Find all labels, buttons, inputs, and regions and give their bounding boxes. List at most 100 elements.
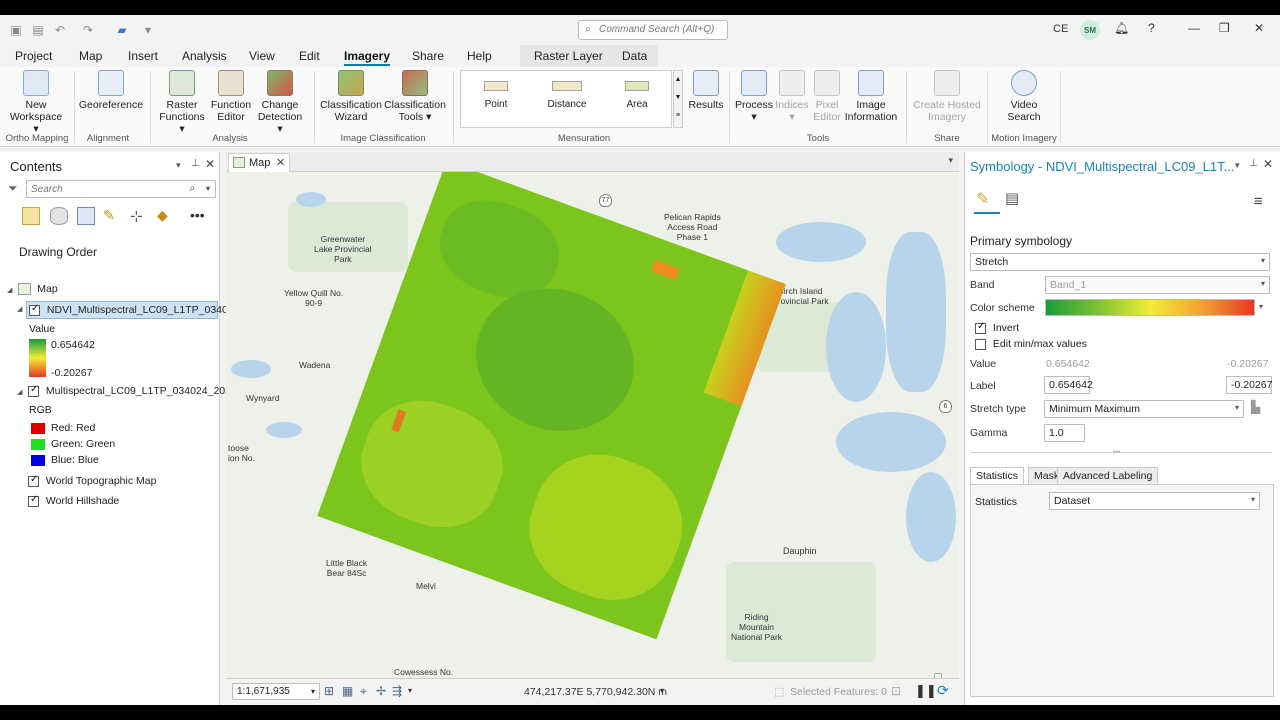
contents-search-input[interactable]: Search ⌕ ▾	[26, 180, 216, 198]
layer-row-world-topographic[interactable]: World Topographic Map	[28, 474, 156, 487]
save-icon[interactable]: ▤	[30, 22, 46, 38]
list-by-drawing-order-icon[interactable]	[22, 207, 40, 225]
chevron-down-icon[interactable]: ▾	[1259, 302, 1263, 311]
point-tool[interactable]: Point	[466, 77, 526, 110]
distance-tool[interactable]: Distance	[537, 77, 597, 110]
tab-statistics[interactable]: Statistics	[970, 467, 1025, 485]
collapse-icon[interactable]: ◢	[7, 287, 12, 294]
new-workspace-button[interactable]: New Workspace ▾	[6, 70, 66, 135]
pin-icon[interactable]: ⊥	[1249, 158, 1258, 169]
layer-visibility-checkbox[interactable]	[28, 494, 39, 507]
classification-wizard-button[interactable]: Classification Wizard	[320, 70, 382, 123]
tab-project[interactable]: Project	[15, 49, 52, 63]
command-search-input[interactable]: ⌕ Command Search (Alt+Q)	[578, 20, 728, 40]
layer-visibility-checkbox[interactable]	[28, 474, 39, 487]
invert-checkbox[interactable]	[975, 321, 986, 334]
process-button[interactable]: Process ▾	[734, 70, 774, 123]
pin-icon[interactable]: ⊥	[191, 158, 200, 169]
tab-imagery[interactable]: Imagery	[344, 49, 391, 66]
primary-symbology-icon[interactable]: ✎	[976, 189, 996, 209]
renderer-dropdown[interactable]: Stretch ▾	[970, 253, 1270, 271]
tab-data[interactable]: Data	[622, 49, 647, 63]
restore-icon[interactable]: ❐	[1219, 21, 1230, 35]
collapse-icon[interactable]: ◢	[17, 388, 22, 396]
refresh-selection-icon[interactable]: ⊡	[891, 684, 901, 698]
new-project-icon[interactable]: ▣	[8, 22, 24, 38]
invert-option[interactable]: Invert	[975, 321, 1019, 334]
more-options-icon[interactable]: •••	[190, 207, 208, 225]
classification-tools-button[interactable]: Classification Tools ▾	[384, 70, 446, 123]
minimize-icon[interactable]: —	[1188, 21, 1200, 35]
pixel-editor-button[interactable]: Pixel Editor	[810, 70, 844, 123]
histogram-icon[interactable]: ▙	[1251, 400, 1260, 414]
layer-visibility-checkbox[interactable]	[28, 384, 39, 397]
raster-functions-button[interactable]: Raster Functions ▾	[158, 70, 206, 135]
results-button[interactable]: Results	[688, 70, 724, 111]
help-icon[interactable]: ?	[1148, 21, 1155, 35]
navigation-icon[interactable]: ✢	[376, 684, 386, 698]
splitter-grip-icon[interactable]: •••	[1113, 449, 1120, 456]
create-hosted-imagery-button[interactable]: Create Hosted Imagery	[910, 70, 984, 123]
tab-map[interactable]: Map	[79, 49, 102, 63]
change-detection-button[interactable]: Change Detection ▾	[254, 70, 306, 135]
statistics-dropdown[interactable]: Dataset ▾	[1049, 492, 1260, 510]
function-editor-button[interactable]: Function Editor	[208, 70, 254, 123]
tab-analysis[interactable]: Analysis	[182, 49, 227, 63]
list-by-selection-icon[interactable]	[77, 207, 95, 225]
secondary-symbology-icon[interactable]: ▤	[1005, 189, 1025, 209]
list-by-snapping-icon[interactable]: ⊹	[130, 207, 148, 225]
layer-row-ndvi[interactable]: NDVI_Multispectral_LC09_L1TP_03402...	[26, 301, 242, 319]
indices-button[interactable]: Indices ▾	[772, 70, 812, 123]
close-pane-icon[interactable]: ✕	[1263, 157, 1273, 171]
layer-row-world-hillshade[interactable]: World Hillshade	[28, 494, 119, 507]
close-window-icon[interactable]: ✕	[1254, 21, 1264, 35]
tab-raster-layer[interactable]: Raster Layer	[534, 49, 603, 63]
georeference-button[interactable]: Georeference	[78, 70, 144, 111]
chevron-down-icon[interactable]: ▾	[206, 184, 210, 193]
collapse-icon[interactable]: ◢	[17, 305, 22, 313]
close-tab-icon[interactable]: ✕	[276, 156, 285, 169]
tab-share[interactable]: Share	[412, 49, 444, 63]
scale-dropdown[interactable]: 1:1,671,935 ▾	[232, 683, 320, 700]
avatar[interactable]: SM	[1080, 20, 1100, 40]
pause-drawing-icon[interactable]: ❚❚	[915, 683, 937, 699]
band-dropdown[interactable]: Band_1 ▾	[1045, 276, 1270, 294]
list-by-source-icon[interactable]	[50, 207, 68, 225]
tab-insert[interactable]: Insert	[128, 49, 158, 63]
label-max-input[interactable]: 0.654642	[1044, 376, 1093, 394]
tab-view[interactable]: View	[249, 49, 275, 63]
stretch-type-dropdown[interactable]: Minimum Maximum ▾	[1044, 400, 1244, 418]
direction-icon[interactable]: ⇶	[392, 684, 402, 698]
edit-minmax-option[interactable]: Edit min/max values	[975, 338, 1087, 350]
area-tool[interactable]: Area	[607, 77, 667, 110]
chevron-down-icon[interactable]: ▾	[408, 686, 412, 695]
chevron-down-icon[interactable]: ▾	[660, 686, 664, 695]
list-by-labeling-icon[interactable]: ◆	[157, 207, 175, 225]
tab-advanced-labeling[interactable]: Advanced Labeling	[1057, 467, 1159, 485]
table-icon[interactable]: ▦	[342, 684, 353, 698]
map-view-tab[interactable]: Map ✕	[228, 153, 290, 172]
filter-icon[interactable]: ⏷	[8, 181, 18, 196]
gallery-scroll[interactable]: ▲ ▼ ≡	[673, 70, 683, 128]
tab-edit[interactable]: Edit	[299, 49, 320, 63]
video-search-button[interactable]: Video Search	[998, 70, 1050, 123]
open-folder-icon[interactable]: ▰	[114, 22, 130, 38]
menu-icon[interactable]: ≡	[1254, 193, 1263, 210]
pane-options-icon[interactable]: ▾	[1235, 160, 1240, 171]
close-pane-icon[interactable]: ✕	[205, 157, 215, 171]
notification-bell-icon[interactable]: 🔔︎	[1114, 21, 1129, 35]
gamma-input[interactable]: 1.0	[1044, 424, 1085, 442]
layer-visibility-checkbox[interactable]	[29, 303, 40, 316]
redo-icon[interactable]: ↷	[80, 22, 96, 38]
refresh-icon[interactable]: ⟳	[937, 682, 949, 699]
customize-toolbar-icon[interactable]: ▾	[140, 22, 156, 38]
map-canvas[interactable]: Greenwater Lake Provincial Park Yellow Q…	[226, 172, 959, 678]
color-scheme-dropdown[interactable]	[1045, 299, 1255, 316]
image-information-button[interactable]: Image Information	[842, 70, 900, 123]
label-min-input[interactable]: -0.20267	[1226, 376, 1272, 394]
map-navigator-icon[interactable]: ⌸	[934, 670, 942, 678]
pane-options-icon[interactable]: ▾	[176, 160, 181, 171]
map-tree-node[interactable]: ◢ Map	[7, 283, 58, 296]
undo-icon[interactable]: ↶	[52, 22, 68, 38]
tab-list-icon[interactable]: ▾	[948, 155, 953, 166]
